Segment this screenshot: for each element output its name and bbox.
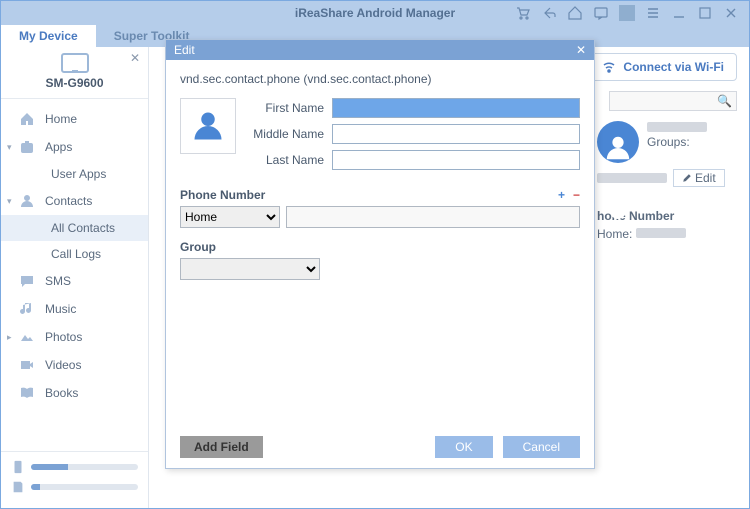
middle-name-input[interactable] <box>332 124 580 144</box>
storage-bar-sd <box>31 484 138 490</box>
storage-icon <box>11 460 25 474</box>
nav-photos[interactable]: ▸Photos <box>1 323 148 351</box>
first-name-label: First Name <box>246 101 332 115</box>
wifi-icon <box>601 59 617 75</box>
phone-type: Home: <box>597 227 632 241</box>
edit-modal: Edit ✕ vnd.sec.contact.phone (vnd.sec.co… <box>165 39 595 469</box>
contact-detail: Groups: Edit hone Number Home: <box>597 121 737 241</box>
cancel-button[interactable]: Cancel <box>503 436 580 458</box>
device-card: SM-G9600 ✕ <box>1 47 148 99</box>
remove-phone-icon[interactable]: − <box>573 188 580 202</box>
modal-header: vnd.sec.contact.phone (vnd.sec.contact.p… <box>180 72 580 86</box>
home-icon[interactable] <box>567 5 583 21</box>
window-controls <box>515 5 749 21</box>
contact-name-redacted <box>647 122 707 132</box>
storage-bar-internal <box>31 464 138 470</box>
modal-titlebar: Edit ✕ <box>166 40 594 60</box>
add-field-button[interactable]: Add Field <box>180 436 263 458</box>
nav-tree: Home ▾Apps User Apps ▾Contacts All Conta… <box>1 99 148 451</box>
nav-all-contacts[interactable]: All Contacts <box>1 215 148 241</box>
group-select[interactable] <box>180 258 320 280</box>
sd-icon <box>11 480 25 494</box>
caret-right-icon: ▸ <box>7 332 12 343</box>
first-name-input[interactable] <box>332 98 580 118</box>
nav-sms[interactable]: SMS <box>1 267 148 295</box>
group-value-redacted <box>597 173 667 183</box>
tab-my-device[interactable]: My Device <box>1 25 96 47</box>
groups-label: Groups: <box>647 135 690 149</box>
phone-number-input[interactable] <box>286 206 580 228</box>
divider <box>619 5 635 21</box>
last-name-input[interactable] <box>332 150 580 170</box>
group-label: Group <box>180 240 216 254</box>
phone-label: Phone Number <box>180 188 265 202</box>
edit-button[interactable]: Edit <box>673 169 725 187</box>
device-name: SM-G9600 <box>11 76 138 90</box>
connect-wifi-button[interactable]: Connect via Wi-Fi <box>588 53 737 81</box>
titlebar: iReaShare Android Manager <box>1 1 749 25</box>
caret-down-icon: ▾ <box>7 142 12 153</box>
nav-books[interactable]: Books <box>1 379 148 407</box>
minimize-icon[interactable] <box>671 5 687 21</box>
phone-value-redacted <box>636 228 686 238</box>
storage-panel <box>1 451 148 508</box>
nav-contacts[interactable]: ▾Contacts <box>1 187 148 215</box>
last-name-label: Last Name <box>246 153 332 167</box>
nav-music[interactable]: Music <box>1 295 148 323</box>
add-phone-icon[interactable]: + <box>558 188 565 202</box>
nav-home[interactable]: Home <box>1 105 148 133</box>
device-close-icon[interactable]: ✕ <box>130 51 140 65</box>
close-icon[interactable] <box>723 5 739 21</box>
ok-button[interactable]: OK <box>435 436 492 458</box>
feedback-icon[interactable] <box>593 5 609 21</box>
avatar <box>597 121 639 163</box>
modal-title-text: Edit <box>174 43 195 57</box>
avatar-placeholder[interactable] <box>180 98 236 154</box>
maximize-icon[interactable] <box>697 5 713 21</box>
menu-icon[interactable] <box>645 5 661 21</box>
caret-down-icon: ▾ <box>7 196 12 207</box>
nav-apps[interactable]: ▾Apps <box>1 133 148 161</box>
phone-icon <box>61 53 89 73</box>
modal-close-icon[interactable]: ✕ <box>576 43 586 57</box>
middle-name-label: Middle Name <box>246 127 332 141</box>
search-input[interactable]: 🔍 <box>609 91 737 111</box>
nav-videos[interactable]: Videos <box>1 351 148 379</box>
phone-type-select[interactable]: Home <box>180 206 280 228</box>
cart-icon[interactable] <box>515 5 531 21</box>
sidebar: SM-G9600 ✕ Home ▾Apps User Apps ▾Contact… <box>1 47 149 508</box>
back-icon[interactable] <box>541 5 557 21</box>
pencil-icon <box>682 173 692 183</box>
nav-user-apps[interactable]: User Apps <box>1 161 148 187</box>
nav-call-logs[interactable]: Call Logs <box>1 241 148 267</box>
search-icon: 🔍 <box>717 94 732 108</box>
